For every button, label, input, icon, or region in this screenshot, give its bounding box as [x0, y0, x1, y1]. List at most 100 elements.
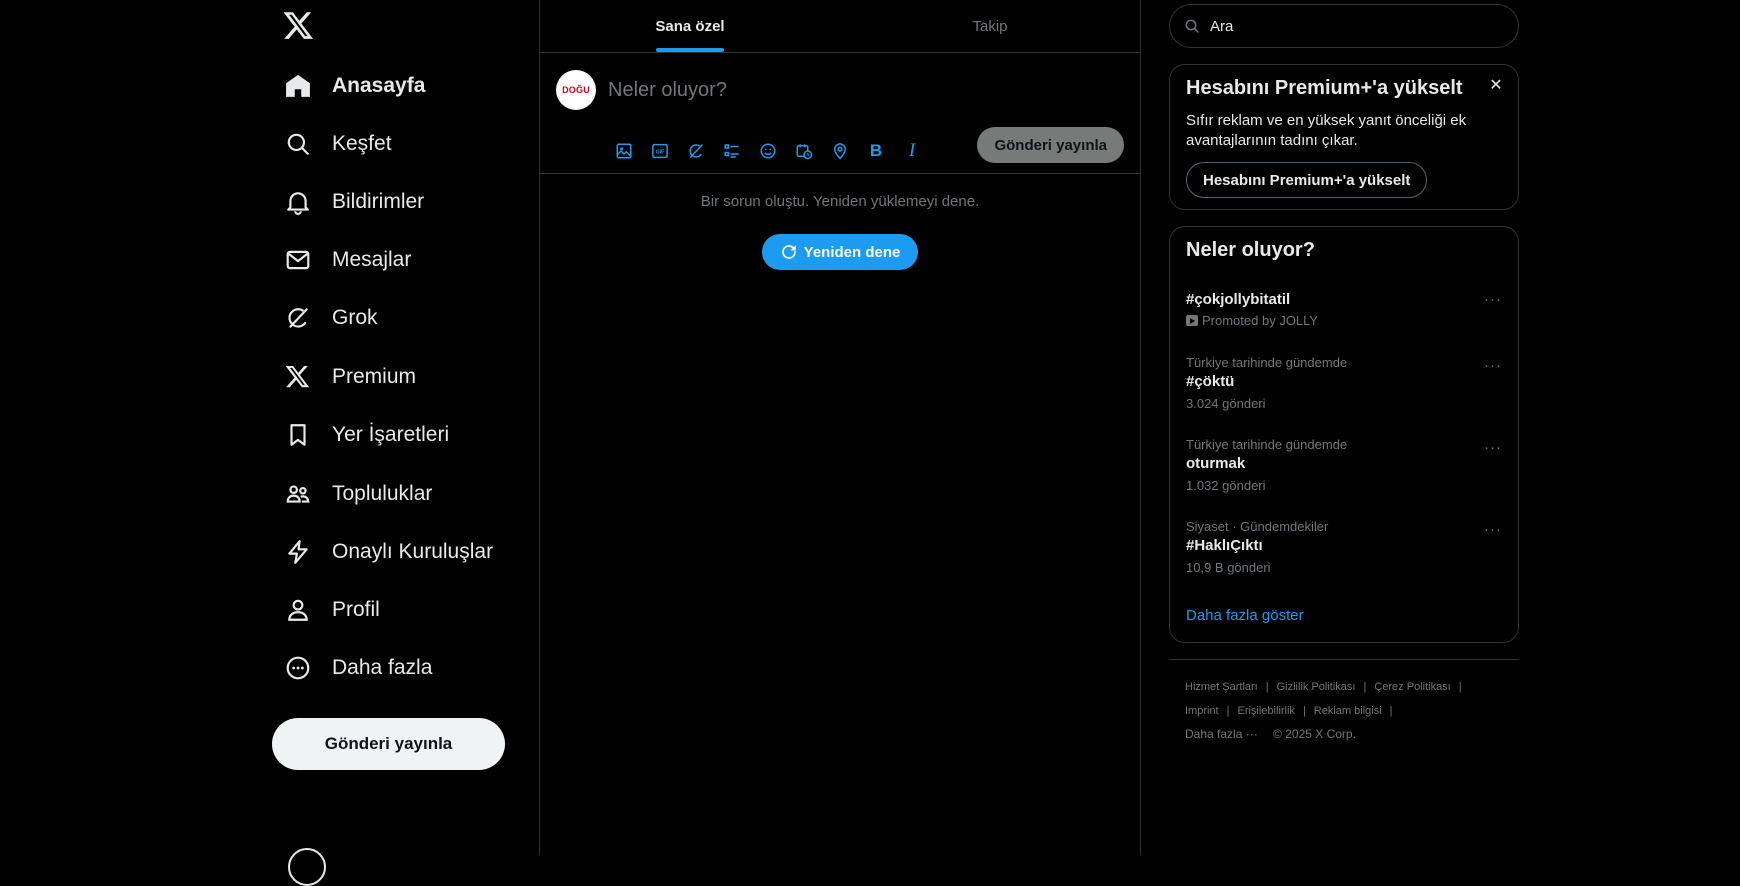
trend-count: 1.032 gönderi — [1186, 478, 1266, 493]
trends-card: Neler oluyor? #çokjollybitatil ··· Promo… — [1169, 226, 1519, 643]
trend-item[interactable]: Türkiye tarihinde gündemde ··· oturmak 1… — [1170, 437, 1518, 509]
trend-name: #çöktü — [1186, 373, 1235, 390]
more-options-icon[interactable]: ··· — [1480, 289, 1506, 309]
avatar-logo-text: DOĞU — [562, 85, 590, 95]
promoted-text: Promoted by JOLLY — [1202, 313, 1319, 328]
x-logo-icon — [284, 363, 312, 391]
trend-item[interactable]: Siyaset · Gündemdekiler ··· #HaklıÇıktı … — [1170, 519, 1518, 591]
nav-grok[interactable]: Grok — [284, 296, 378, 340]
submit-post-button[interactable]: Gönderi yayınla — [977, 127, 1124, 163]
trend-count: 3.024 gönderi — [1186, 396, 1266, 411]
search-input[interactable] — [1208, 16, 1512, 36]
close-icon[interactable]: ✕ — [1486, 75, 1506, 95]
lightning-icon — [284, 538, 312, 566]
footer-link-accessibility[interactable]: Erişilebilirlik — [1237, 705, 1294, 717]
tab-label: Sana özel — [655, 17, 725, 35]
nav-verified-orgs[interactable]: Onaylı Kuruluşlar — [284, 530, 493, 574]
trend-context: Türkiye tarihinde gündemde — [1186, 355, 1348, 370]
footer-link-cookies[interactable]: Çerez Politikası — [1374, 681, 1450, 693]
footer-separator: | — [1363, 681, 1367, 693]
more-options-icon[interactable]: ··· — [1480, 437, 1506, 457]
nav-home[interactable]: Anasayfa — [284, 64, 425, 108]
timeline: Sana özel Takip DOĞU GIF — [539, 0, 1141, 855]
schedule-icon[interactable] — [786, 133, 822, 169]
tab-following[interactable]: Takip — [840, 0, 1140, 52]
footer-link-ads-info[interactable]: Reklam bilgisi — [1314, 705, 1382, 717]
trend-count: 10,9 B gönderi — [1186, 560, 1271, 575]
tab-label: Takip — [972, 17, 1008, 35]
nav-notifications[interactable]: Bildirimler — [284, 180, 424, 224]
poll-icon[interactable] — [714, 133, 750, 169]
more-circle-icon — [284, 654, 312, 682]
nav-more[interactable]: Daha fazla — [284, 646, 432, 690]
tab-for-you[interactable]: Sana özel — [540, 0, 840, 52]
footer-link-terms[interactable]: Hizmet Şartları — [1185, 681, 1258, 693]
grok-icon — [284, 304, 312, 332]
trend-name: #HaklıÇıktı — [1186, 537, 1263, 554]
footer-separator: | — [1458, 681, 1462, 693]
nav-messages[interactable]: Mesajlar — [284, 238, 411, 282]
bell-icon — [284, 188, 312, 216]
footer-separator: | — [1389, 705, 1393, 717]
show-more-link[interactable]: Daha fazla göster — [1186, 607, 1304, 624]
nav-label: Bildirimler — [332, 190, 425, 213]
compose-input[interactable] — [606, 73, 1110, 107]
nav-bookmarks[interactable]: Yer İşaretleri — [284, 413, 449, 457]
tab-active-indicator — [656, 48, 724, 52]
image-icon[interactable] — [606, 133, 642, 169]
grok-icon[interactable] — [678, 133, 714, 169]
gif-icon[interactable]: GIF — [642, 133, 678, 169]
search-icon — [1184, 18, 1200, 34]
refresh-icon — [781, 245, 796, 259]
svg-text:GIF: GIF — [656, 150, 666, 156]
nav-communities[interactable]: Topluluklar — [284, 472, 432, 516]
composer: DOĞU GIF — [540, 53, 1140, 174]
composer-toolbar: GIF B I — [606, 133, 930, 169]
nav-label: Profil — [332, 598, 380, 621]
footer-separator: | — [1226, 705, 1230, 717]
x-logo-icon[interactable] — [284, 12, 314, 42]
search-icon — [284, 130, 312, 158]
footer-separator: | — [1302, 705, 1306, 717]
footer-link-privacy[interactable]: Gizlilik Politikası — [1277, 681, 1356, 693]
account-avatar[interactable] — [288, 848, 326, 886]
footer-row: Imprint | Erişilebilirlik | Reklam bilgisi | — [1185, 705, 1515, 717]
trend-item[interactable]: Türkiye tarihinde gündemde ··· #çöktü 3.… — [1170, 355, 1518, 427]
nav-explore[interactable]: Keşfet — [284, 122, 392, 166]
copyright: © 2025 X Corp. — [1273, 727, 1356, 741]
footer-separator: | — [1265, 681, 1269, 693]
nav-profile[interactable]: Profil — [284, 588, 380, 632]
footer-row: Daha fazla ··· © 2025 X Corp. — [1185, 727, 1515, 741]
retry-button[interactable]: Yeniden dene — [762, 234, 918, 270]
nav-label: Keşfet — [332, 132, 392, 155]
footer-link-imprint[interactable]: Imprint — [1185, 705, 1219, 717]
nav-label: Daha fazla — [332, 656, 433, 679]
footer-more-link[interactable]: Daha fazla ··· — [1185, 727, 1258, 741]
trend-name: #çokjollybitatil — [1186, 291, 1291, 308]
italic-glyph: I — [908, 140, 916, 161]
premium-description: Sıfır reklam ve en yüksek yanıt önceliği… — [1186, 112, 1467, 149]
premium-upsell-card: Hesabını Premium+'a yükselt ✕ Sıfır rekl… — [1169, 64, 1519, 210]
nav-label: Anasayfa — [332, 74, 426, 97]
home-icon — [284, 72, 312, 100]
location-icon[interactable] — [822, 133, 858, 169]
footer-row: Hizmet Şartları | Gizlilik Politikası | Çere… — [1185, 681, 1515, 693]
emoji-icon[interactable] — [750, 133, 786, 169]
post-button[interactable]: Gönderi yayınla — [272, 718, 505, 770]
bookmark-icon — [284, 421, 312, 449]
more-options-icon[interactable]: ··· — [1480, 519, 1506, 539]
more-options-icon[interactable]: ··· — [1480, 355, 1506, 375]
nav-label: Onaylı Kuruluşlar — [332, 540, 494, 563]
bold-icon[interactable]: B — [858, 133, 894, 169]
nav-premium[interactable]: Premium — [284, 355, 416, 399]
timeline-tabs: Sana özel Takip — [540, 0, 1140, 53]
trend-item[interactable]: #çokjollybitatil ··· Promoted by JOLLY — [1170, 285, 1518, 357]
premium-upgrade-button[interactable]: Hesabını Premium+'a yükselt — [1186, 162, 1428, 198]
communities-icon — [284, 480, 312, 508]
italic-icon[interactable]: I — [894, 133, 930, 169]
premium-title: Hesabını Premium+'a yükselt — [1186, 77, 1463, 99]
divider — [1169, 659, 1519, 660]
bold-glyph: B — [869, 141, 883, 160]
avatar[interactable]: DOĞU — [556, 70, 596, 110]
retry-label: Yeniden dene — [803, 243, 901, 261]
